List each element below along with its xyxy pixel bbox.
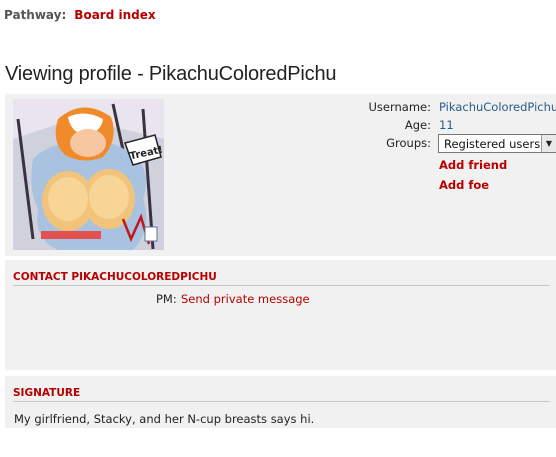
add-friend-link[interactable]: Add friend <box>439 158 507 172</box>
username-label: Username: <box>368 100 432 114</box>
add-foe-row: Add foe <box>316 178 556 196</box>
breadcrumb-label: Pathway: <box>4 8 67 22</box>
breadcrumb-board-index-link[interactable]: Board index <box>74 8 155 22</box>
add-foe-link[interactable]: Add foe <box>439 178 489 192</box>
avatar: Treat! <box>13 99 164 250</box>
page-title: Viewing profile - PikachuColoredPichu <box>5 63 337 85</box>
signature-heading: SIGNATURE <box>13 387 81 399</box>
profile-details: Username: PikachuColoredPichu Age: 11 Gr… <box>316 100 556 196</box>
contact-heading: CONTACT PIKACHUCOLOREDPICHU <box>13 271 217 283</box>
age-value: 11 <box>439 118 454 132</box>
username-row: Username: PikachuColoredPichu <box>316 100 556 118</box>
signature-divider <box>13 401 550 402</box>
profile-panel: Treat! Username: PikachuColoredPichu Age… <box>5 94 556 256</box>
signature-panel: SIGNATURE My girlfriend, Stacky, and her… <box>5 376 556 428</box>
groups-row: Groups: Registered users ▼ <box>316 134 556 158</box>
groups-select-value: Registered users <box>444 137 541 151</box>
groups-select[interactable]: Registered users ▼ <box>438 134 556 153</box>
pm-label: PM: <box>156 292 177 306</box>
contact-divider <box>13 285 550 286</box>
breadcrumb: Pathway: Board index <box>4 8 156 22</box>
groups-label: Groups: <box>386 136 431 150</box>
chevron-down-icon[interactable]: ▼ <box>541 135 556 152</box>
username-value: PikachuColoredPichu <box>439 100 556 114</box>
signature-text: My girlfriend, Stacky, and her N-cup bre… <box>14 412 315 426</box>
send-private-message-link[interactable]: Send private message <box>181 292 310 306</box>
add-friend-row: Add friend <box>316 158 556 178</box>
age-label: Age: <box>404 118 431 132</box>
contact-panel: CONTACT PIKACHUCOLOREDPICHU PM: Send pri… <box>5 260 556 370</box>
